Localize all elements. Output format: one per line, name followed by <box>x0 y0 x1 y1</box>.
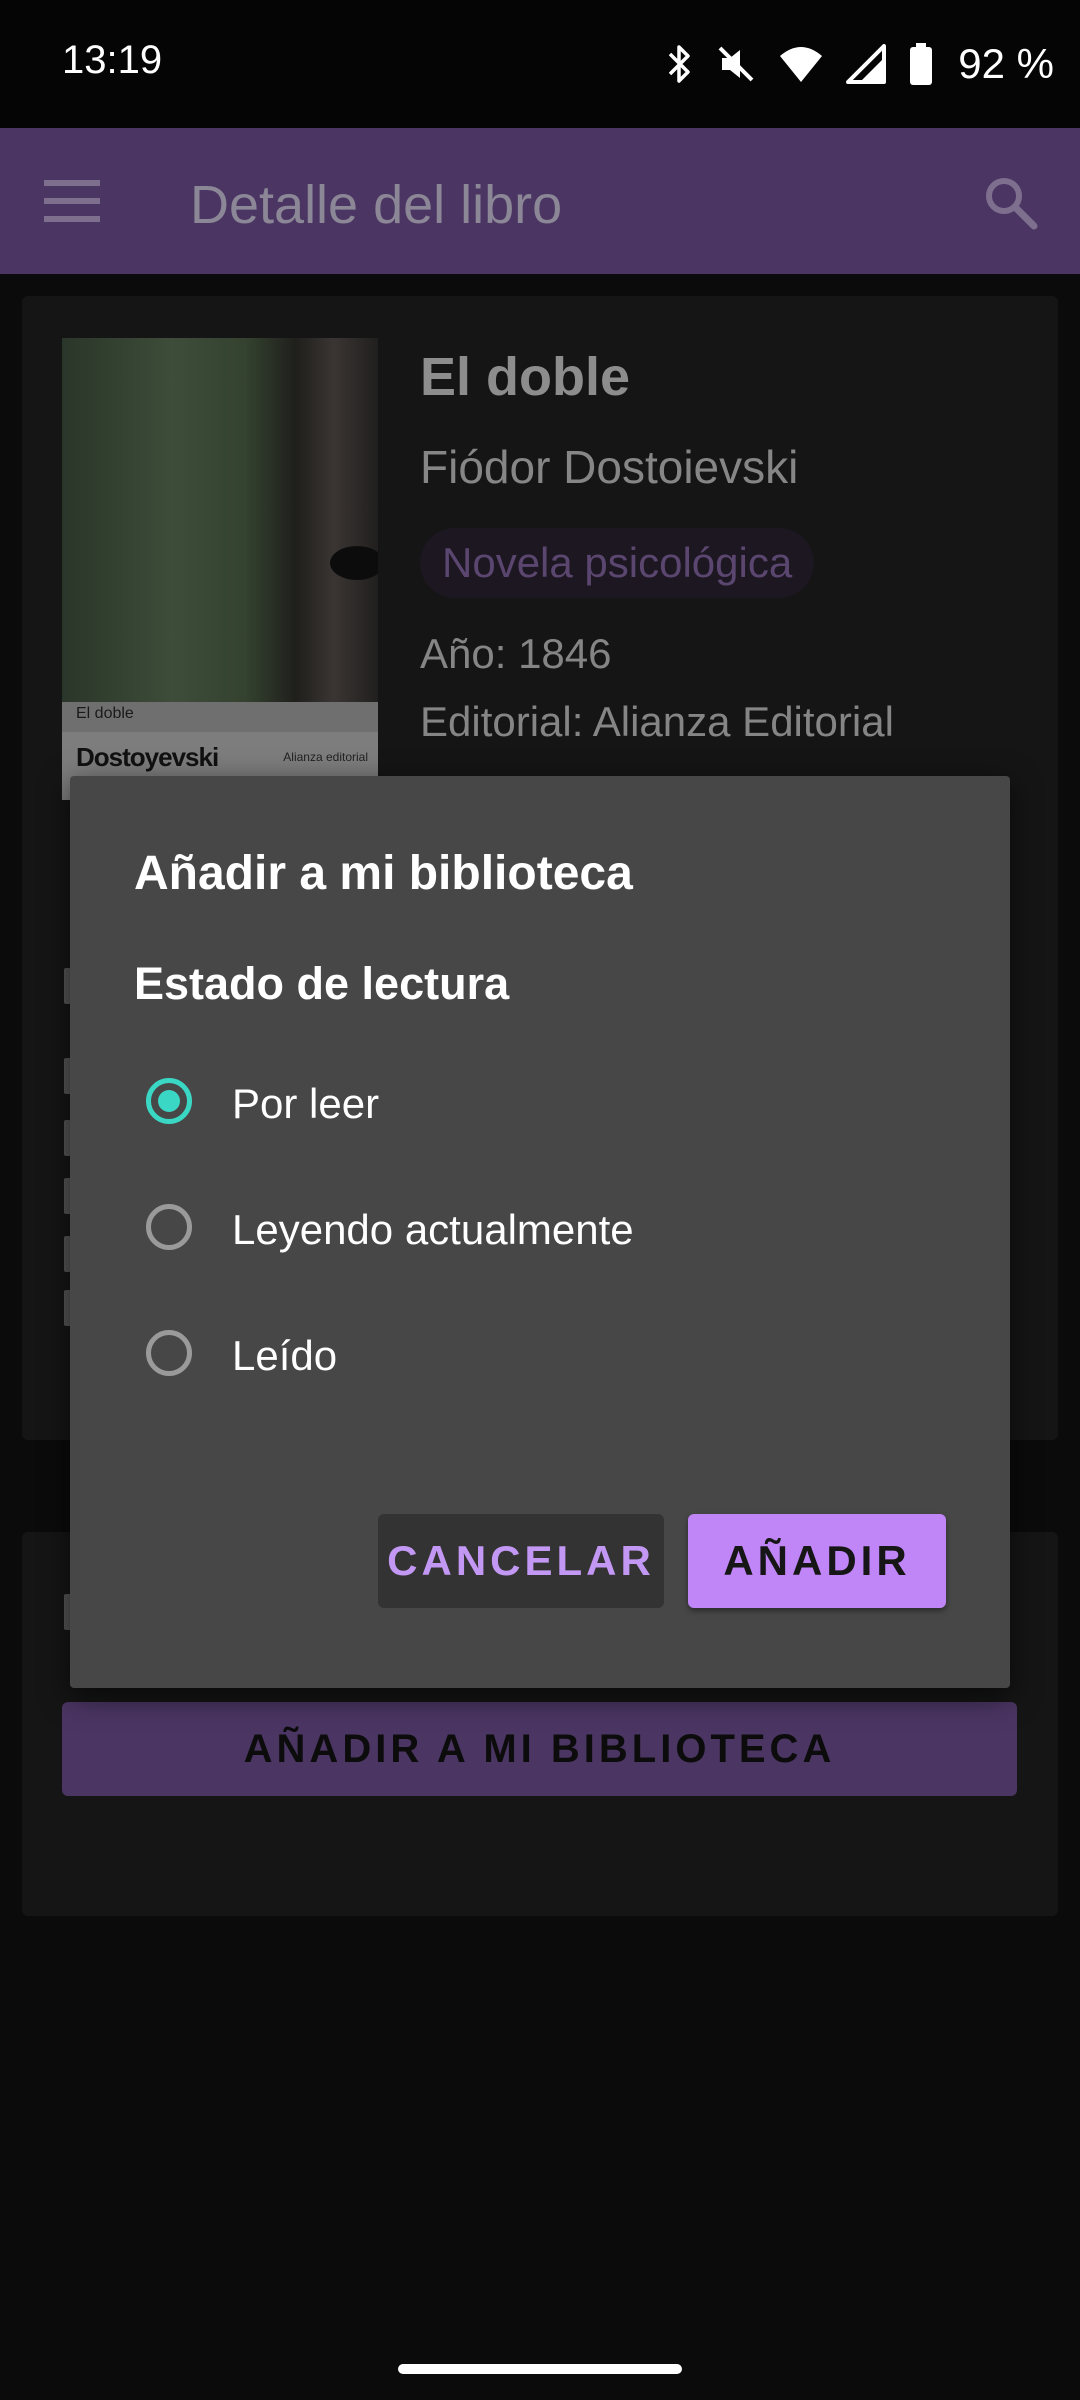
cover-title-band: El doble <box>62 702 378 732</box>
page-title: Detalle del libro <box>190 175 563 235</box>
dialog-title: Añadir a mi biblioteca <box>134 847 633 900</box>
radio-label: Leído <box>232 1332 338 1379</box>
bluetooth-icon <box>669 45 691 83</box>
app-bar: Detalle del libro <box>0 128 1080 274</box>
cover-eye <box>330 546 378 580</box>
radio-button[interactable] <box>146 1204 192 1250</box>
cover-photo <box>62 338 378 702</box>
dialog-subtitle: Estado de lectura <box>134 958 510 1009</box>
radio-option-leyendo[interactable]: Leyendo actualmente <box>146 1192 926 1272</box>
wifi-icon <box>780 47 823 82</box>
home-indicator[interactable] <box>398 2364 682 2374</box>
search-icon[interactable] <box>980 172 1040 232</box>
radio-label: Por leer <box>232 1080 380 1127</box>
radio-option-por-leer[interactable]: Por leer <box>146 1066 926 1146</box>
cancel-button[interactable]: CANCELAR <box>378 1514 664 1608</box>
genre-chip[interactable]: Novela psicológica <box>420 528 815 598</box>
radio-option-leido[interactable]: Leído <box>146 1318 926 1398</box>
vibrate-off-icon <box>718 46 754 82</box>
status-bar: 13:19 92 % <box>0 0 1080 128</box>
status-icons: 92 % <box>664 34 1054 94</box>
cover-small-title: El doble <box>76 705 134 722</box>
add-button[interactable]: AÑADIR <box>688 1514 946 1608</box>
radio-label: Leyendo actualmente <box>232 1206 634 1253</box>
book-year: Año: 1846 <box>420 630 612 677</box>
book-cover-image: El doble Dostoyevski Alianza editorial <box>62 338 378 800</box>
menu-icon[interactable] <box>44 176 100 226</box>
status-time: 13:19 <box>62 38 163 82</box>
book-author: Fiódor Dostoievski <box>420 441 799 493</box>
signal-icon <box>846 44 887 84</box>
battery-icon <box>910 43 933 85</box>
add-to-library-button[interactable]: AÑADIR A MI BIBLIOTECA <box>62 1702 1017 1796</box>
book-publisher: Editorial: Alianza Editorial <box>420 698 894 745</box>
radio-button[interactable] <box>146 1330 192 1376</box>
book-title: El doble <box>420 347 631 407</box>
battery-percentage: 92 % <box>958 40 1054 87</box>
cover-publisher: Alianza editorial <box>283 750 368 764</box>
add-to-library-dialog: Añadir a mi biblioteca Estado de lectura… <box>70 776 1010 1688</box>
cover-author: Dostoyevski <box>76 742 219 772</box>
radio-button-selected[interactable] <box>146 1078 192 1124</box>
